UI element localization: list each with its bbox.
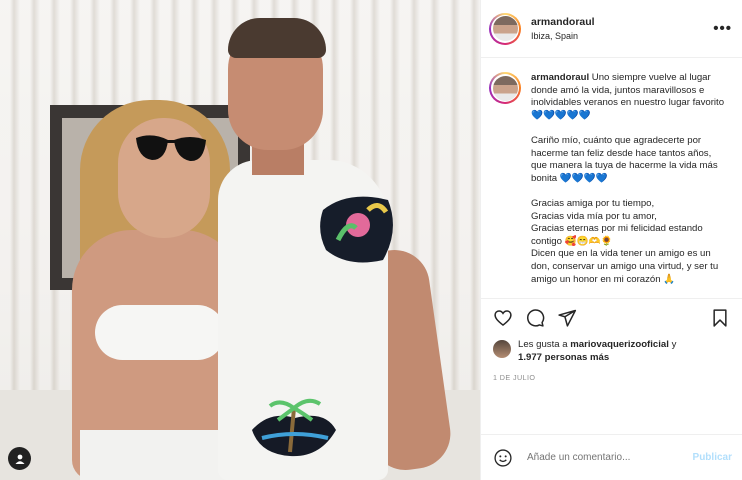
smiley-icon[interactable] — [493, 448, 513, 468]
likes-summary: Les gusta a mariovaquerizooficial y 1.97… — [493, 338, 730, 364]
bookmark-icon[interactable] — [710, 308, 730, 328]
post-dialog: armandoraul Ibiza, Spain ••• armandoraul… — [0, 0, 742, 480]
post-header: armandoraul Ibiza, Spain ••• — [481, 0, 742, 58]
author-avatar[interactable] — [489, 12, 521, 45]
post-date[interactable]: 1 DE JULIO — [493, 373, 730, 382]
flower-patch — [320, 196, 393, 263]
post-actions: Les gusta a mariovaquerizooficial y 1.97… — [481, 298, 742, 434]
likes-conjunction: y — [668, 339, 677, 350]
comment-input[interactable] — [525, 451, 693, 464]
author-username[interactable]: armandoraul — [531, 15, 595, 29]
caption-paragraph: Gracias amiga por tu tiempo, Gracias vid… — [531, 197, 719, 285]
caption-username[interactable]: armandoraul — [531, 72, 589, 83]
post-sidebar: armandoraul Ibiza, Spain ••• armandoraul… — [480, 0, 742, 480]
send-icon[interactable] — [557, 308, 577, 328]
tagged-users-icon[interactable] — [8, 447, 31, 470]
man-hair — [228, 18, 326, 58]
comment-bar: Publicar — [481, 434, 742, 480]
liker-username[interactable]: mariovaquerizooficial — [570, 339, 669, 350]
white-bikini — [95, 305, 225, 360]
caption-author-avatar[interactable] — [489, 72, 521, 104]
sunglasses — [136, 135, 206, 162]
caption-paragraph: Cariño mío, cuánto que agradecerte por h… — [531, 134, 718, 184]
person-icon — [15, 454, 24, 464]
caption-area: armandoraul Uno siempre vuelve al lugar … — [481, 58, 742, 298]
caption: armandoraul Uno siempre vuelve al lugar … — [531, 72, 727, 298]
liker-avatar[interactable] — [493, 340, 511, 358]
comment-icon[interactable] — [525, 308, 545, 328]
post-location[interactable]: Ibiza, Spain — [531, 29, 595, 43]
heart-icon[interactable] — [493, 308, 513, 328]
more-horizontal-icon[interactable]: ••• — [713, 20, 732, 37]
palm-patch — [252, 398, 336, 457]
post-photo[interactable] — [0, 0, 480, 480]
white-skirt — [80, 430, 230, 480]
post-comment-button[interactable]: Publicar — [693, 452, 732, 463]
likes-count[interactable]: 1.977 personas más — [518, 352, 609, 363]
likes-prefix: Les gusta a — [518, 339, 571, 350]
